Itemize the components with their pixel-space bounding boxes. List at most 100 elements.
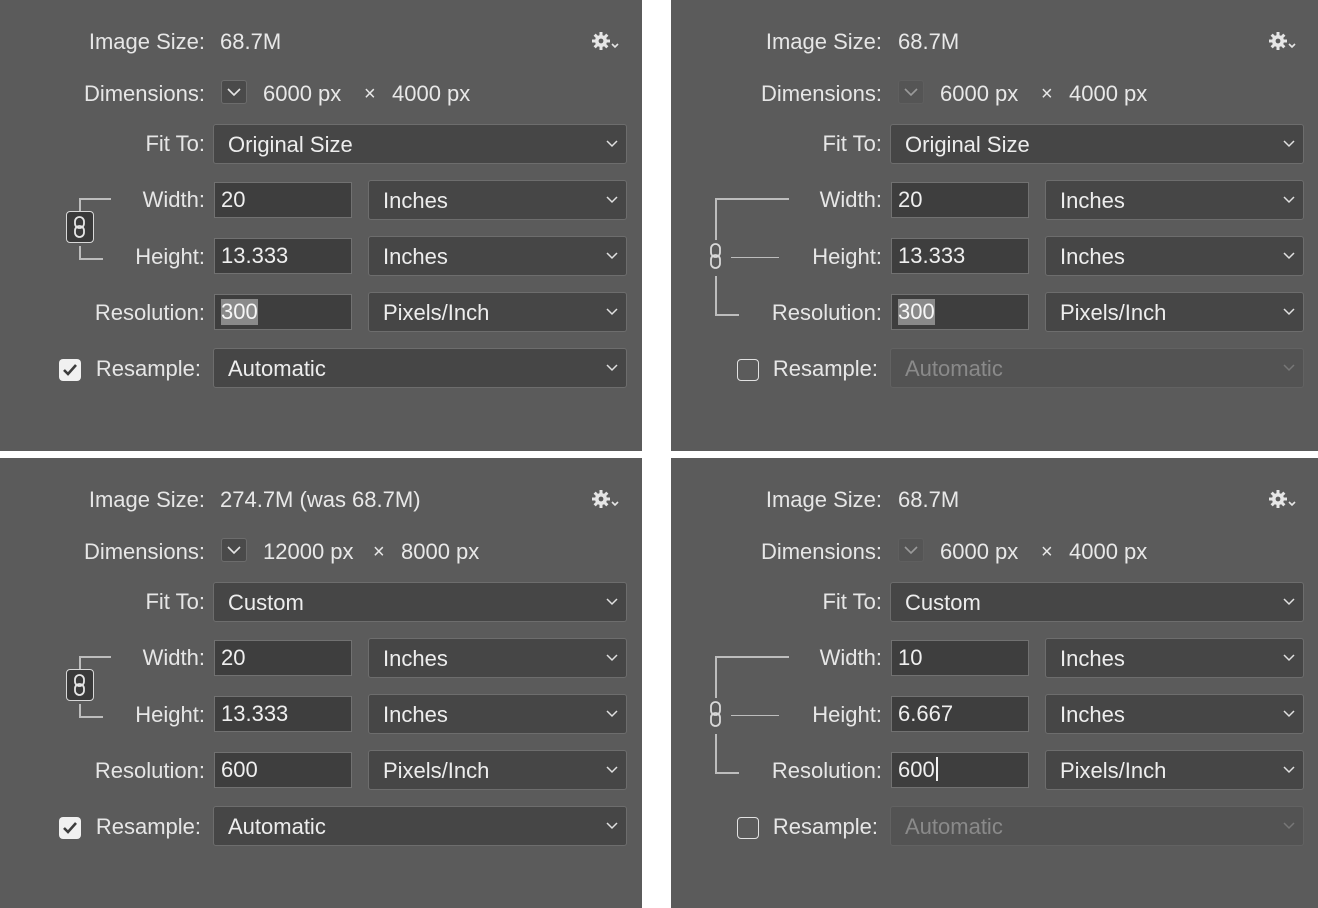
resample-checkbox[interactable] xyxy=(59,359,81,381)
times-sign: × xyxy=(373,541,385,563)
resolution-unit-select[interactable]: Pixels/Inch xyxy=(368,292,627,332)
fit-to-value: Original Size xyxy=(905,132,1030,157)
chevron-down-icon xyxy=(1283,196,1295,204)
resample-label: Resample: xyxy=(772,814,878,839)
image-size-panel-4: Image Size: 68.7M Dimensions: 6000 px × … xyxy=(671,458,1318,908)
chevron-down-icon xyxy=(606,598,618,606)
height-unit-select[interactable]: Inches xyxy=(368,236,627,276)
width-input[interactable]: 20 xyxy=(891,182,1029,218)
dimensions-label: Dimensions: xyxy=(83,81,205,106)
width-label: Width: xyxy=(142,645,205,670)
resolution-unit-select[interactable]: Pixels/Inch xyxy=(368,750,627,790)
chevron-down-icon xyxy=(1283,710,1295,718)
resolution-label: Resolution: xyxy=(771,758,882,783)
width-unit-select[interactable]: Inches xyxy=(1045,638,1304,678)
width-label: Width: xyxy=(819,187,882,212)
chevron-down-icon[interactable] xyxy=(898,538,924,562)
checkmark-icon xyxy=(63,822,77,834)
chevron-down-icon xyxy=(1283,766,1295,774)
constrain-bracket xyxy=(715,656,789,698)
resample-select[interactable]: Automatic xyxy=(213,348,627,388)
height-unit-value: Inches xyxy=(383,244,448,269)
text-caret xyxy=(935,757,938,781)
width-unit-select[interactable]: Inches xyxy=(1045,180,1304,220)
resolution-unit-select[interactable]: Pixels/Inch xyxy=(1045,292,1304,332)
fit-to-select[interactable]: Original Size xyxy=(213,124,627,164)
width-value: 20 xyxy=(221,187,246,212)
fit-to-select[interactable]: Custom xyxy=(213,582,627,622)
chevron-down-icon xyxy=(606,822,618,830)
height-input[interactable]: 13.333 xyxy=(891,238,1029,274)
resolution-input[interactable]: 600 xyxy=(214,752,352,788)
resolution-value-text: 600 xyxy=(898,757,935,782)
width-input[interactable]: 20 xyxy=(214,182,352,218)
resolution-value: 300 xyxy=(898,299,935,325)
chevron-down-icon xyxy=(1283,654,1295,662)
width-unit-select[interactable]: Inches xyxy=(368,180,627,220)
image-size-value: 68.7M xyxy=(898,29,960,54)
resolution-input[interactable]: 300 xyxy=(214,294,352,330)
dimensions-height: 8000 px xyxy=(401,539,480,564)
fit-to-select[interactable]: Original Size xyxy=(890,124,1304,164)
chevron-down-icon xyxy=(606,308,618,316)
dimensions-label: Dimensions: xyxy=(83,539,205,564)
gear-icon[interactable] xyxy=(591,30,621,54)
image-size-value: 68.7M xyxy=(220,29,282,54)
fit-to-label: Fit To: xyxy=(145,131,205,156)
resolution-value: 600 xyxy=(898,757,938,783)
resample-checkbox[interactable] xyxy=(59,817,81,839)
height-input[interactable]: 6.667 xyxy=(891,696,1029,732)
chain-link-icon[interactable] xyxy=(708,701,724,727)
gear-icon[interactable] xyxy=(591,488,621,512)
chevron-down-icon xyxy=(1283,140,1295,148)
height-unit-select[interactable]: Inches xyxy=(1045,694,1304,734)
resample-select[interactable]: Automatic xyxy=(213,806,627,846)
fit-to-label: Fit To: xyxy=(145,589,205,614)
resolution-unit-select[interactable]: Pixels/Inch xyxy=(1045,750,1304,790)
height-unit-select[interactable]: Inches xyxy=(1045,236,1304,276)
resolution-unit-value: Pixels/Inch xyxy=(1060,300,1167,325)
height-unit-value: Inches xyxy=(1060,702,1125,727)
dimensions-width: 6000 px xyxy=(940,81,1019,106)
resample-checkbox[interactable] xyxy=(737,817,759,839)
resolution-input[interactable]: 300 xyxy=(891,294,1029,330)
constrain-proportions-button[interactable] xyxy=(66,669,94,701)
dimensions-height: 4000 px xyxy=(1069,81,1148,106)
times-sign: × xyxy=(1041,541,1053,563)
chain-link-icon[interactable] xyxy=(708,243,724,269)
image-size-value: 274.7M (was 68.7M) xyxy=(220,487,421,512)
resolution-input[interactable]: 600 xyxy=(891,752,1029,788)
resample-checkbox[interactable] xyxy=(737,359,759,381)
chevron-down-icon[interactable] xyxy=(221,538,247,562)
gear-icon[interactable] xyxy=(1268,30,1298,54)
fit-to-value: Custom xyxy=(905,590,981,615)
fit-to-select[interactable]: Custom xyxy=(890,582,1304,622)
resolution-unit-value: Pixels/Inch xyxy=(383,758,490,783)
chevron-down-icon xyxy=(1283,598,1295,606)
chevron-down-icon xyxy=(606,364,618,372)
gear-icon[interactable] xyxy=(1268,488,1298,512)
width-input[interactable]: 10 xyxy=(891,640,1029,676)
resample-label: Resample: xyxy=(95,356,201,381)
constrain-bracket xyxy=(715,198,789,240)
resample-select[interactable]: Automatic xyxy=(890,806,1304,846)
height-input[interactable]: 13.333 xyxy=(214,238,352,274)
width-value: 20 xyxy=(898,187,923,212)
height-label: Height: xyxy=(135,702,205,727)
resample-select[interactable]: Automatic xyxy=(890,348,1304,388)
chain-link-icon xyxy=(74,674,85,696)
resample-value: Automatic xyxy=(228,814,326,839)
width-value: 10 xyxy=(898,645,923,670)
chevron-down-icon xyxy=(606,140,618,148)
image-size-panel-1: Image Size: 68.7M Dimensions: 6000 px × … xyxy=(0,0,642,451)
width-unit-value: Inches xyxy=(1060,188,1125,213)
chevron-down-icon[interactable] xyxy=(898,80,924,104)
fit-to-label: Fit To: xyxy=(822,589,882,614)
chevron-down-icon[interactable] xyxy=(221,80,247,104)
width-unit-select[interactable]: Inches xyxy=(368,638,627,678)
constrain-proportions-button[interactable] xyxy=(66,211,94,243)
height-unit-select[interactable]: Inches xyxy=(368,694,627,734)
width-input[interactable]: 20 xyxy=(214,640,352,676)
height-input[interactable]: 13.333 xyxy=(214,696,352,732)
chevron-down-icon xyxy=(606,252,618,260)
